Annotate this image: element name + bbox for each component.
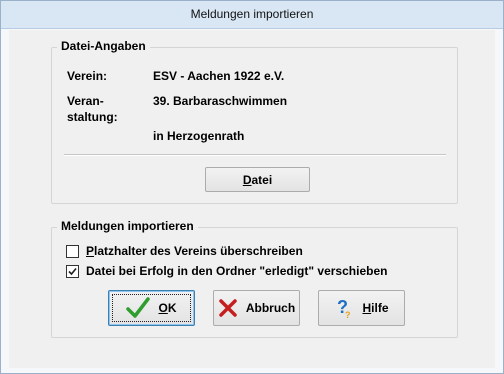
checkmark-icon [68, 267, 77, 275]
abbruch-button-label: Abbruch [245, 301, 296, 315]
verschieben-label: Datei bei Erfolg in den Ordner "erledigt… [86, 264, 388, 278]
verein-value: ESV - Aachen 1922 e.V. [153, 69, 285, 83]
veranstaltung-label-line1: Veran- [67, 94, 104, 108]
datei-button[interactable]: Datei [205, 167, 310, 192]
question-icon: ? ? [337, 297, 351, 319]
ok-button[interactable]: OK [108, 290, 195, 326]
veranstaltung-label: Veran- staltung: [67, 93, 118, 125]
abbruch-button[interactable]: Abbruch [213, 290, 300, 326]
svg-text:?: ? [345, 310, 351, 319]
verschieben-checkbox[interactable] [66, 264, 79, 278]
datei-angaben-group: Datei-Angaben Verein: ESV - Aachen 1922 … [51, 39, 458, 204]
separator-line [64, 154, 446, 156]
platzhalter-label: Platzhalter des Vereins überschreiben [86, 244, 303, 258]
dialog-window: Meldungen importieren Datei-Angaben Vere… [0, 0, 504, 374]
platzhalter-option[interactable]: Platzhalter des Vereins überschreiben [66, 244, 303, 258]
title-bar[interactable]: Meldungen importieren [1, 1, 503, 29]
checkmark-icon [126, 297, 151, 318]
platzhalter-checkbox[interactable] [66, 244, 79, 258]
cross-icon [219, 299, 237, 317]
window-title: Meldungen importieren [190, 7, 314, 21]
hilfe-button[interactable]: ? ? Hilfe [318, 290, 405, 326]
veranstaltung-value: 39. Barbaraschwimmen [153, 94, 288, 108]
verein-label: Verein: [67, 69, 108, 83]
veranstaltung-label-line2: staltung: [67, 110, 118, 124]
meldungen-importieren-group: Meldungen importieren Platzhalter des Ve… [51, 219, 458, 338]
dialog-client-area: Datei-Angaben Verein: ESV - Aachen 1922 … [9, 30, 495, 368]
datei-angaben-title: Datei-Angaben [57, 39, 150, 53]
hilfe-button-label: Hilfe [362, 301, 389, 315]
meldungen-importieren-title: Meldungen importieren [57, 219, 198, 233]
ort-value: in Herzogenrath [153, 129, 245, 143]
ok-button-label: OK [158, 301, 177, 315]
verschieben-option[interactable]: Datei bei Erfolg in den Ordner "erledigt… [66, 264, 387, 278]
datei-button-label: Datei [242, 172, 273, 187]
